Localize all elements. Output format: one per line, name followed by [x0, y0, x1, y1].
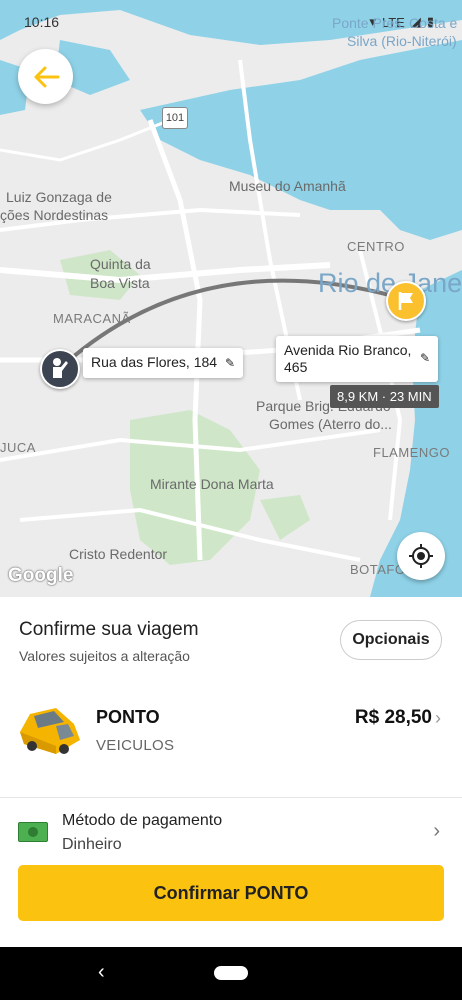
payment-value: Dinheiro — [62, 836, 122, 853]
eta-badge: 8,9 KM · 23 MIN — [330, 385, 439, 408]
payment-label: Método de pagamento — [62, 812, 223, 829]
map-label-cristo: Cristo Redentor — [69, 546, 168, 562]
taxi-car-icon — [20, 708, 80, 754]
person-waving-icon — [53, 358, 68, 378]
destination-marker[interactable] — [386, 281, 426, 321]
destination-address: Avenida Rio Branco, 465 — [284, 342, 412, 375]
divider — [0, 797, 462, 798]
sheet-subtitle: Valores sujeitos a alteração — [19, 648, 190, 664]
options-button[interactable]: Opcionais — [340, 620, 442, 660]
road-shield: 101 — [162, 107, 188, 129]
nav-home-pill[interactable] — [214, 966, 248, 980]
nav-back-icon[interactable]: ‹ — [98, 961, 105, 984]
map-label-parque-2: Gomes (Aterro do... — [269, 416, 392, 432]
ride-option-row[interactable]: PONTO VEICULOS R$ 28,50 › — [0, 692, 462, 792]
sheet-title: Confirme sua viagem — [19, 619, 199, 640]
arrow-left-icon — [34, 66, 59, 87]
map-label-luiz-1: Luiz Gonzaga de — [6, 189, 112, 205]
map-label-tijuca: JUCA — [0, 440, 36, 455]
edit-pencil-icon[interactable]: ✎ — [420, 350, 430, 367]
ride-name: PONTO — [96, 707, 160, 727]
map-label-mirante: Mirante Dona Marta — [150, 476, 274, 492]
confirm-sheet: Confirme sua viagem Valores sujeitos a a… — [0, 597, 462, 947]
back-button[interactable] — [18, 49, 73, 104]
chevron-right-icon: › — [435, 708, 441, 728]
origin-address-box[interactable]: Rua das Flores, 184 ✎ — [83, 348, 244, 378]
flag-icon — [398, 292, 413, 310]
edit-pencil-icon[interactable]: ✎ — [225, 356, 235, 370]
ride-type: VEICULOS — [96, 737, 175, 754]
google-logo: Google — [8, 565, 74, 586]
destination-address-box[interactable]: Avenida Rio Branco, 465 ✎ — [276, 336, 438, 382]
confirm-button[interactable]: Confirmar PONTO — [18, 865, 444, 921]
my-location-button[interactable] — [397, 532, 445, 580]
map-label-flamengo: FLAMENGO — [373, 445, 450, 460]
system-nav-bar: ‹ — [0, 947, 462, 1000]
map-label-ponte-1: Ponte Pres. Costa e — [332, 15, 458, 31]
cash-icon — [18, 822, 48, 842]
map-label-quinta-1: Quinta da — [90, 256, 151, 272]
origin-address: Rua das Flores, 184 — [91, 354, 218, 370]
map-label-centro: CENTRO — [347, 239, 405, 254]
origin-marker[interactable] — [40, 349, 80, 389]
map-label-ponte-2: Silva (Rio-Niterói) — [347, 33, 457, 49]
map-label-quinta-2: Boa Vista — [90, 275, 150, 291]
map-label-maracana: MARACANÃ — [53, 311, 131, 326]
ride-price: R$ 28,50 — [354, 707, 432, 728]
map-view[interactable]: 10:16 ▾ LTE ◢ ▮ Ponte Pres. Costa e Silv… — [0, 0, 462, 597]
payment-method-row[interactable]: Método de pagamento Dinheiro › — [0, 802, 462, 864]
map-label-luiz-2: ções Nordestinas — [0, 207, 109, 223]
crosshair-icon — [409, 544, 433, 568]
map-label-museu: Museu do Amanhã — [229, 178, 346, 194]
chevron-right-icon: › — [433, 820, 440, 842]
status-time: 10:16 — [24, 14, 60, 30]
